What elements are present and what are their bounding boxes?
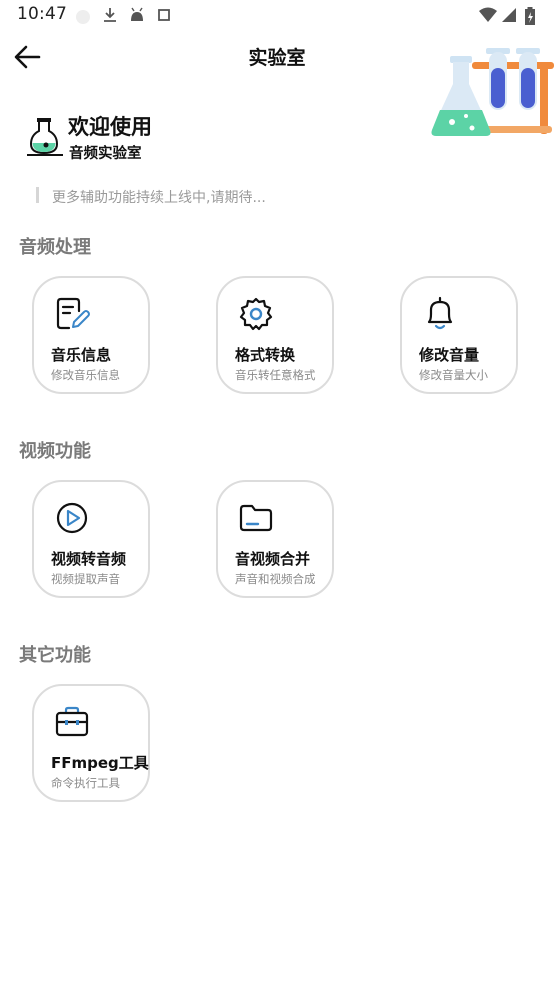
section-title-other: 其它功能: [19, 645, 91, 666]
welcome-title: 欢迎使用: [68, 115, 152, 139]
battery-charging-icon: [525, 7, 535, 25]
card-volume[interactable]: 修改音量 修改音量大小: [400, 276, 518, 394]
status-bar: 10:47: [0, 0, 554, 30]
circle-placeholder-icon: [76, 10, 90, 24]
edit-document-icon: [56, 297, 90, 330]
section-title-video: 视频功能: [19, 441, 91, 462]
signal-icon: [502, 8, 516, 22]
card-title: 视频转音频: [51, 550, 127, 568]
welcome-subtitle: 音频实验室: [69, 146, 142, 162]
card-title: 音视频合并: [235, 550, 311, 568]
flask-logo-icon: [27, 118, 63, 156]
card-title: 格式转换: [235, 346, 296, 364]
status-time: 10:47: [17, 4, 67, 24]
card-title: 音乐信息: [51, 346, 112, 364]
card-subtitle: 命令执行工具: [51, 776, 120, 790]
square-icon: [158, 9, 170, 21]
toolbox-icon: [55, 706, 89, 737]
notice-bar: [36, 187, 39, 203]
play-circle-icon: [56, 502, 88, 534]
card-title: 修改音量: [419, 346, 480, 364]
card-subtitle: 音乐转任意格式: [235, 368, 316, 382]
card-subtitle: 修改音乐信息: [51, 368, 120, 382]
section-title-audio: 音频处理: [19, 237, 91, 258]
card-subtitle: 视频提取声音: [51, 572, 120, 586]
card-format-convert[interactable]: 格式转换 音乐转任意格式: [216, 276, 334, 394]
lab-illustration: [431, 48, 554, 136]
card-av-merge[interactable]: 音视频合并 声音和视频合成: [216, 480, 334, 598]
card-subtitle: 修改音量大小: [419, 368, 488, 382]
card-ffmpeg[interactable]: FFmpeg工具 命令执行工具: [32, 684, 150, 802]
folder-icon: [239, 504, 273, 532]
bell-icon: [427, 296, 453, 330]
card-music-info[interactable]: 音乐信息 修改音乐信息: [32, 276, 150, 394]
download-icon: [104, 8, 116, 22]
card-video-to-audio[interactable]: 视频转音频 视频提取声音: [32, 480, 150, 598]
card-title: FFmpeg工具: [51, 754, 149, 772]
gear-icon: [239, 297, 273, 331]
card-subtitle: 声音和视频合成: [235, 572, 316, 586]
wifi-icon: [479, 7, 497, 22]
notice-text: 更多辅助功能持续上线中,请期待...: [52, 190, 266, 206]
android-icon: [131, 7, 143, 21]
